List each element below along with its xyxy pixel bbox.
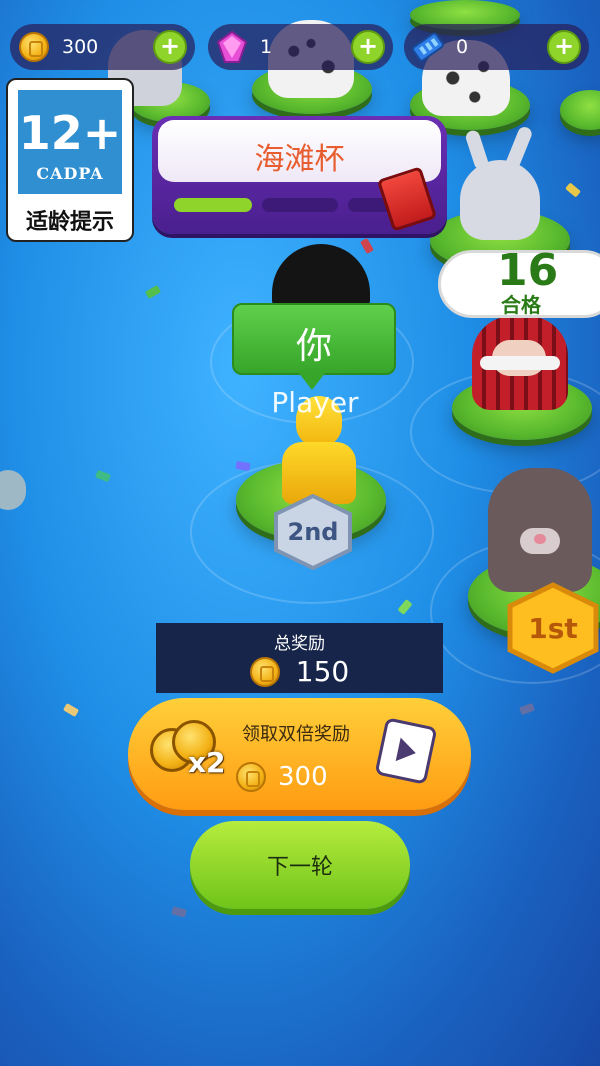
total-reward-amount: 150 [295,655,350,688]
next-round-button[interactable]: 下一轮 [190,821,410,909]
coin-counter: 300 + [10,24,195,70]
player-tag-label: 你 [295,326,332,367]
double-reward-label: 领取双倍奖励 [242,724,350,745]
total-reward-label: 总奖励 [274,634,325,654]
age-rating-number: 12+ [18,106,122,160]
confetti-piece [565,182,581,198]
confetti-piece [62,703,80,717]
age-rating-tip: 适龄提示 [25,210,114,235]
confetti-piece [235,460,251,472]
age-rating-box: 12+ CADPA [18,90,122,194]
lily-pad [560,90,600,130]
add-gems-button[interactable]: + [351,30,385,64]
ticket-value: 0 [456,36,469,58]
total-reward-panel: 总奖励 150 [156,623,443,693]
age-rating-org: CADPA [36,164,104,183]
qualified-label: 合格 [501,293,541,317]
coin-icon [14,27,54,67]
gem-icon [212,27,252,67]
age-rating-badge: 12+ CADPA 适龄提示 [6,78,134,242]
next-round-label: 下一轮 [266,855,333,880]
add-tickets-button[interactable]: + [547,30,581,64]
game-scene: 300 + 1 + 0 + 12+ CADPA 适龄提示 海滩杯 16 合格 你… [0,0,600,1066]
double-reward-amount: 300 [278,762,328,792]
total-reward-amount-row: 150 [156,655,443,688]
gem-value: 1 [260,36,273,58]
ticket-icon [408,27,448,67]
rank-badge-1st: 1st [506,582,600,674]
rank-badge-2nd: 2nd [272,494,354,570]
add-coins-button[interactable]: + [153,30,187,64]
video-ad-icon [374,717,438,785]
bunny-character [460,124,540,240]
player-name: Player [271,386,359,419]
progress-segment [262,198,338,212]
coin-value: 300 [62,36,99,58]
confetti-piece [397,599,413,615]
ticket-counter: 0 + [404,24,589,70]
double-reward-amount-row: 300 [236,762,328,792]
double-reward-button[interactable]: x2 领取双倍奖励 300 [128,698,471,810]
confetti-piece [95,469,111,483]
double-reward-multiplier: x2 [188,746,226,779]
rival-rank: 1st [528,611,578,645]
coin-icon [249,656,280,687]
player-tag: 你 [232,303,396,375]
player-rank: 2nd [287,518,339,546]
confetti-piece [171,906,187,918]
plaid-character [472,316,568,410]
stage-title-banner: 海滩杯 [152,116,447,234]
confetti-piece [519,702,535,716]
confetti-piece [360,237,374,255]
confetti-piece [144,285,162,299]
coin-icon [236,762,266,792]
rat-character [488,468,592,592]
progress-segment [174,198,252,212]
qualified-badge: 16 合格 [438,245,600,318]
stage-title: 海滩杯 [254,142,345,177]
black-hat-character [272,244,370,310]
gem-counter: 1 + [208,24,393,70]
cat-character [0,470,26,510]
